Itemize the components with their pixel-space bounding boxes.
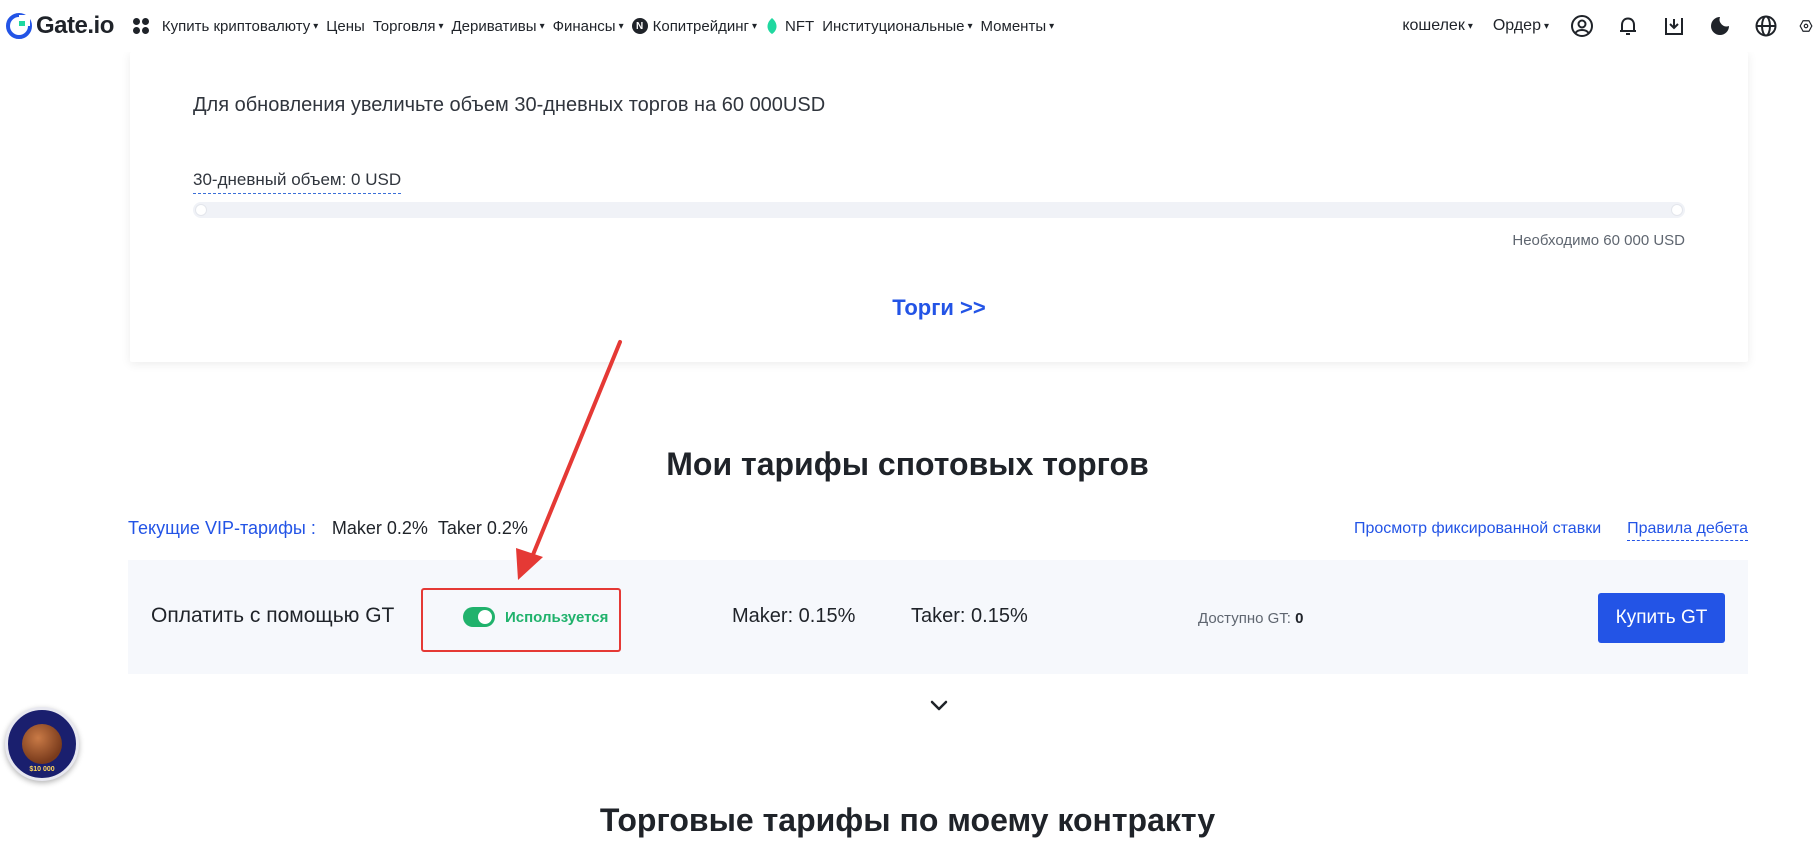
buy-gt-button[interactable]: Купить GT bbox=[1598, 593, 1725, 643]
nav-institutional[interactable]: Институциональные ▾ bbox=[822, 18, 972, 35]
upgrade-requirement-text: Для обновления увеличьте объем 30-дневны… bbox=[193, 94, 826, 116]
nav-trade[interactable]: Торговля ▾ bbox=[373, 18, 444, 35]
account-button[interactable] bbox=[1569, 13, 1595, 39]
caret-down-icon: ▾ bbox=[752, 20, 758, 32]
download-icon bbox=[1665, 18, 1683, 35]
nav-moments[interactable]: Моменты ▾ bbox=[981, 18, 1055, 35]
globe-icon bbox=[1755, 15, 1777, 37]
caret-down-icon: ▾ bbox=[438, 20, 444, 32]
gt-payment-row: Оплатить с помощью GT Используется Maker… bbox=[128, 560, 1748, 674]
volume-progress-bar bbox=[193, 202, 1685, 218]
copytrading-n-icon: N bbox=[631, 18, 648, 34]
vip-taker-rate: Taker 0.2% bbox=[437, 518, 528, 538]
wallet-menu[interactable]: кошелек ▾ bbox=[1402, 17, 1473, 35]
progress-start-dot bbox=[195, 204, 207, 216]
nav-label: Купить криптовалюту bbox=[161, 17, 311, 35]
gate-logo-icon bbox=[6, 13, 32, 39]
promo-badge-text: $10 000 bbox=[29, 766, 55, 773]
gt-available: Доступно GT: 0 bbox=[1198, 610, 1303, 627]
trade-link-label[interactable]: Торги >> bbox=[892, 295, 985, 320]
user-menu: кошелек ▾ Ордер ▾ bbox=[1402, 0, 1815, 52]
trade-link: Торги >> bbox=[130, 295, 1748, 321]
gt-taker-rate: Taker: 0.15% bbox=[911, 605, 1028, 627]
promo-badge[interactable]: $10 000 bbox=[5, 707, 79, 781]
toggle-knob bbox=[478, 610, 492, 624]
caret-down-icon: ▾ bbox=[618, 20, 624, 32]
debit-rules-link[interactable]: Правила дебета bbox=[1627, 520, 1748, 541]
spot-fees-title: Мои тарифы спотовых торгов bbox=[666, 446, 1149, 482]
progress-end-dot bbox=[1671, 204, 1683, 216]
gt-fee-toggle[interactable] bbox=[463, 607, 495, 627]
gt-available-label: Доступно GT: bbox=[1198, 610, 1291, 627]
nav-nft[interactable]: NFT bbox=[765, 18, 814, 35]
current-vip-rates: Текущие VIP-тарифы : Maker 0.2% Taker 0.… bbox=[128, 518, 538, 539]
pay-with-gt-label: Оплатить с помощью GT bbox=[151, 604, 395, 627]
top-navigation: Gate.io Купить криптовалюту ▾ Цены Торгов… bbox=[0, 0, 1815, 52]
order-label: Ордер bbox=[1492, 17, 1541, 34]
user-circle-icon bbox=[1571, 15, 1593, 37]
brand-name: Gate.io bbox=[36, 12, 114, 39]
caret-down-icon: ▾ bbox=[313, 20, 319, 32]
download-button[interactable] bbox=[1661, 13, 1687, 39]
fixed-rate-link[interactable]: Просмотр фиксированной ставки bbox=[1354, 520, 1601, 541]
wallet-label: кошелек bbox=[1402, 17, 1465, 34]
order-menu[interactable]: Ордер ▾ bbox=[1493, 17, 1549, 35]
nav-label: Деривативы bbox=[451, 17, 537, 35]
moon-icon bbox=[1711, 17, 1729, 35]
nav-label: Копитрейдинг bbox=[652, 17, 750, 35]
vip-rates-label: Текущие VIP-тарифы : bbox=[128, 518, 316, 538]
apps-icon[interactable] bbox=[132, 17, 150, 35]
nav-label: Финансы bbox=[552, 17, 616, 35]
nav-buy-crypto[interactable]: Купить криптовалюту ▾ bbox=[162, 18, 318, 35]
gt-available-value: 0 bbox=[1295, 610, 1304, 627]
fee-links: Просмотр фиксированной ставки Правила де… bbox=[1354, 520, 1748, 541]
nav-finance[interactable]: Финансы ▾ bbox=[553, 18, 624, 35]
nav-label: Торговля bbox=[372, 17, 436, 35]
volume-30d-label[interactable]: 30-дневный объем: 0 USD bbox=[193, 170, 402, 194]
caret-down-icon: ▾ bbox=[967, 20, 973, 32]
nav-copy-trading[interactable]: N Копитрейдинг ▾ bbox=[631, 17, 758, 35]
toggle-status-label: Используется bbox=[505, 609, 609, 626]
contract-fees-title: Торговые тарифы по моему контракту bbox=[599, 802, 1216, 838]
nav-prices[interactable]: Цены bbox=[326, 18, 365, 35]
gt-maker-rate: Maker: 0.15% bbox=[732, 605, 856, 627]
gate-logo[interactable]: Gate.io bbox=[6, 12, 114, 40]
hexagon-settings-icon bbox=[1799, 20, 1813, 32]
language-button[interactable] bbox=[1753, 13, 1779, 39]
nav-label: NFT bbox=[785, 17, 815, 35]
expand-chevron-icon[interactable] bbox=[928, 694, 950, 716]
caret-down-icon: ▾ bbox=[1543, 20, 1549, 32]
caret-down-icon: ▾ bbox=[539, 20, 545, 32]
vip-upgrade-card: Для обновления увеличьте объем 30-дневны… bbox=[130, 52, 1748, 362]
vip-maker-rate: Maker 0.2% bbox=[331, 518, 428, 538]
theme-toggle-button[interactable] bbox=[1707, 13, 1733, 39]
nav-derivatives[interactable]: Деривативы ▾ bbox=[452, 18, 545, 35]
notifications-button[interactable] bbox=[1615, 13, 1641, 39]
bell-icon bbox=[1620, 17, 1636, 35]
settings-button[interactable] bbox=[1799, 13, 1813, 39]
caret-down-icon: ▾ bbox=[1049, 20, 1055, 32]
leaf-icon bbox=[767, 18, 777, 34]
nav-label: Моменты bbox=[980, 17, 1047, 35]
nav-label: Институциональные bbox=[822, 17, 965, 35]
basketball-icon bbox=[22, 724, 62, 764]
caret-down-icon: ▾ bbox=[1467, 20, 1473, 32]
nav-label: Цены bbox=[326, 17, 365, 35]
main-menu: Купить криптовалюту ▾ Цены Торговля ▾ Дери… bbox=[132, 17, 1054, 35]
volume-needed-text: Необходимо 60 000 USD bbox=[1512, 232, 1685, 249]
